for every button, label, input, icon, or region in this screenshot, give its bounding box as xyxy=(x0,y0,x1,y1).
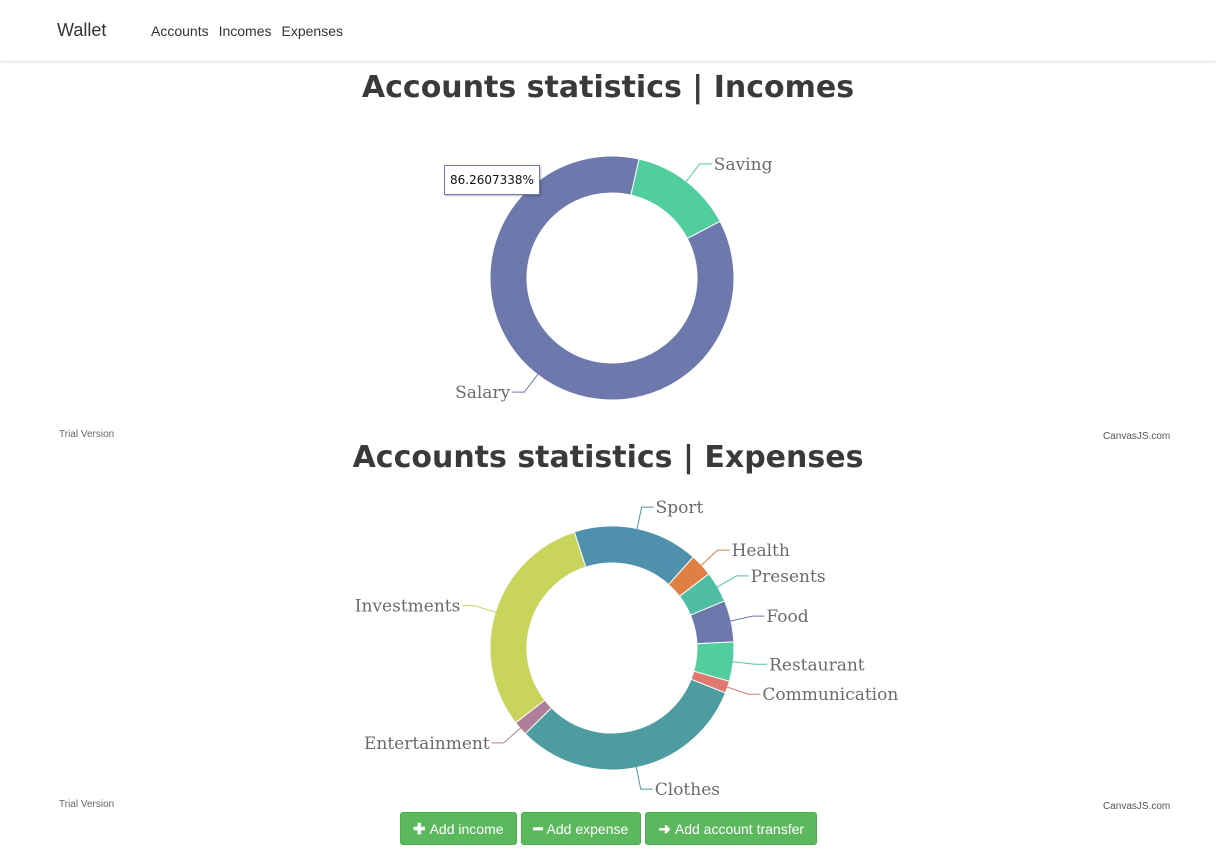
navbar: Wallet Accounts Incomes Expenses xyxy=(0,0,1216,62)
slice-leader-line xyxy=(723,685,761,695)
slice-label: Restaurant xyxy=(769,655,865,675)
expenses-chart-title: Accounts statistics | Expenses xyxy=(352,440,864,475)
plus-icon: ✚ xyxy=(413,820,426,838)
doughnut-slice-investments[interactable] xyxy=(489,531,587,724)
slice-leader-line xyxy=(512,371,541,393)
trial-version-label: Trial Version xyxy=(59,799,115,810)
nav-links: Accounts Incomes Expenses xyxy=(151,23,343,39)
expenses-doughnut-chart[interactable]: Sport Health Presents Food Restaurant Communi… xyxy=(0,485,1216,805)
brand-link[interactable]: Wallet xyxy=(57,20,106,41)
slice-leader-line xyxy=(683,163,712,185)
slice-label: Saving xyxy=(714,155,773,175)
add-expense-label: Add expense xyxy=(546,820,629,837)
canvasjs-credit-link[interactable]: CanvasJS.com xyxy=(1103,801,1170,812)
slice-leader-line xyxy=(491,725,524,744)
slice-label: Presents xyxy=(751,567,826,587)
doughnut-slice-saving[interactable] xyxy=(630,158,721,240)
minus-icon: ━ xyxy=(533,820,543,838)
trial-version-label: Trial Version xyxy=(59,429,115,440)
nav-link-expenses[interactable]: Expenses xyxy=(282,23,343,39)
nav-link-incomes[interactable]: Incomes xyxy=(219,23,272,39)
slice-label: Salary xyxy=(455,383,510,403)
add-transfer-label: Add account transfer xyxy=(674,820,805,837)
action-buttons: ✚ Add income ━ Add expense ➜ Add account… xyxy=(400,812,818,845)
incomes-chart-title: Accounts statistics | Incomes xyxy=(361,70,855,105)
slice-label: Communication xyxy=(762,685,898,705)
add-income-label: Add income xyxy=(429,820,504,837)
slice-leader-line xyxy=(729,660,768,665)
slice-label: Clothes xyxy=(655,780,720,800)
slice-leader-line xyxy=(698,549,730,569)
nav-link-accounts[interactable]: Accounts xyxy=(151,23,209,39)
doughnut-slice-clothes[interactable] xyxy=(524,678,727,771)
chart-tooltip: 86.2607338% xyxy=(444,165,540,195)
slice-label: Sport xyxy=(656,498,704,518)
add-expense-button[interactable]: ━ Add expense xyxy=(520,812,642,845)
slice-label: Food xyxy=(766,607,808,627)
add-income-button[interactable]: ✚ Add income xyxy=(400,812,517,845)
slice-label: Entertainment xyxy=(364,734,490,754)
slice-leader-line xyxy=(713,575,749,590)
slice-label: Investments xyxy=(355,597,461,617)
add-account-transfer-button[interactable]: ➜ Add account transfer xyxy=(645,812,818,845)
slice-label: Health xyxy=(732,541,790,561)
doughnut-slice-sport[interactable] xyxy=(573,525,694,586)
slice-leader-line xyxy=(726,615,765,623)
slice-leader-line xyxy=(462,605,500,614)
arrow-right-icon: ➜ xyxy=(658,820,671,838)
incomes-doughnut-chart[interactable]: Salary Saving xyxy=(0,120,1216,420)
